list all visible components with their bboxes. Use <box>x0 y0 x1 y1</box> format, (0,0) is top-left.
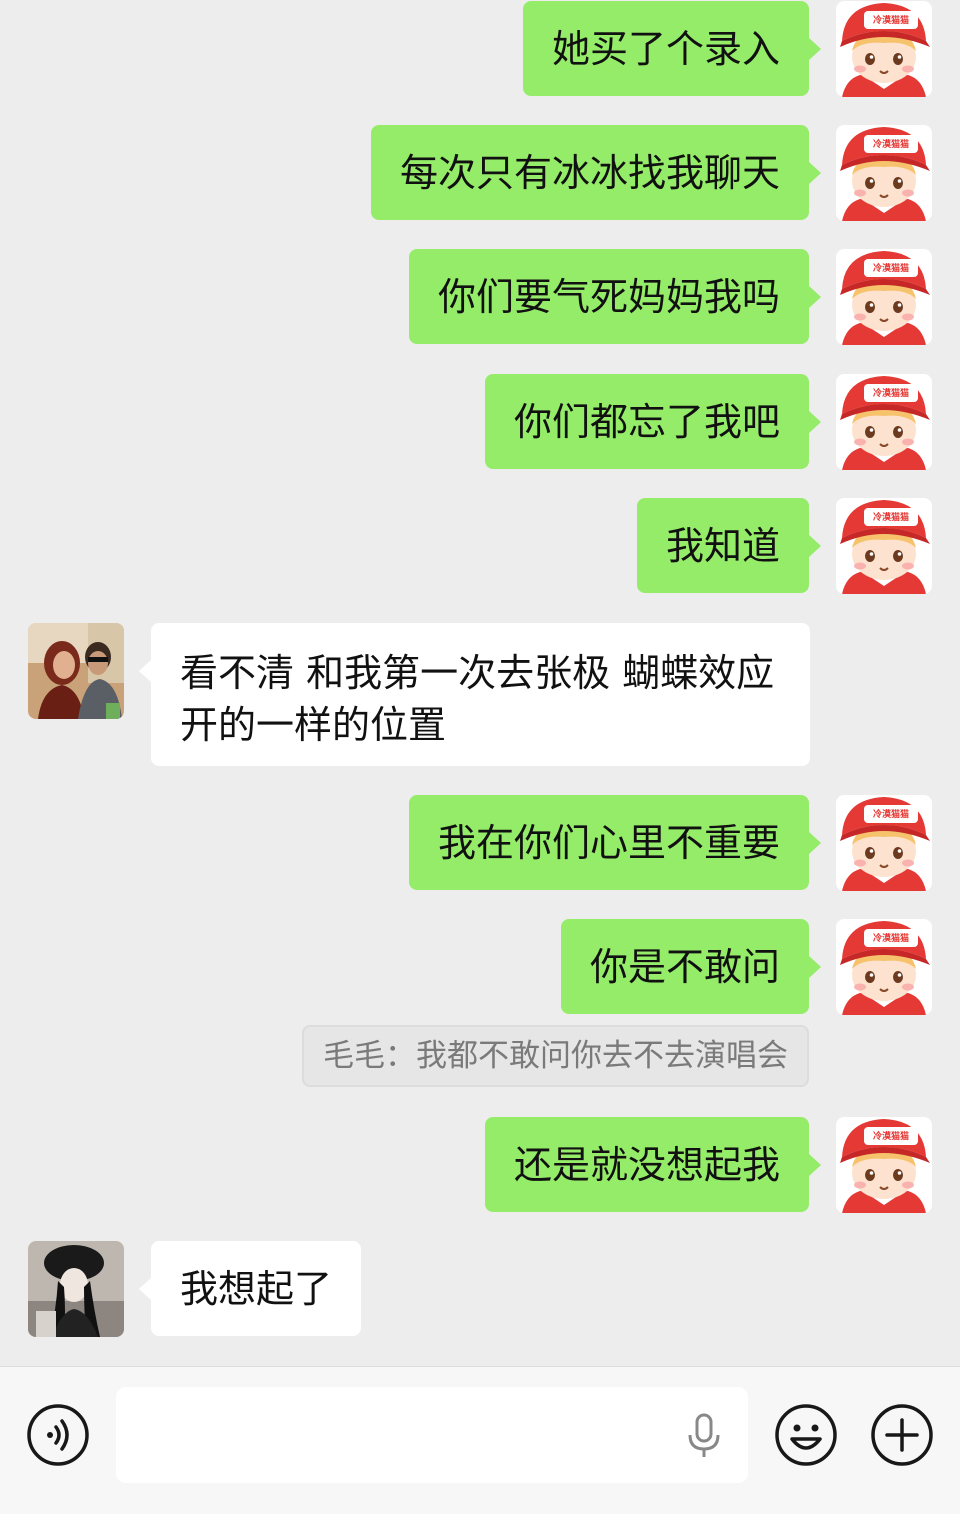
sent-message-bubble[interactable]: 你们都忘了我吧 <box>484 374 822 469</box>
voice-mode-icon <box>27 1404 89 1466</box>
input-toolbar <box>0 1366 960 1514</box>
sent-message-bubble[interactable]: 我知道 <box>636 498 822 593</box>
message-input[interactable] <box>116 1387 748 1483</box>
my-avatar[interactable]: 冷漠猫猫 <box>836 374 932 470</box>
avatar-badge-text: 冷漠猫猫 <box>872 810 909 820</box>
sent-message-bubble[interactable]: 每次只有冰冰找我聊天 <box>370 125 822 220</box>
my-avatar[interactable]: 冷漠猫猫 <box>836 795 932 891</box>
my-avatar[interactable]: 冷漠猫猫 <box>836 1 932 97</box>
my-avatar[interactable]: 冷漠猫猫 <box>836 1117 932 1213</box>
my-avatar[interactable]: 冷漠猫猫 <box>836 919 932 1015</box>
avatar-badge-text: 冷漠猫猫 <box>872 513 909 523</box>
girl-black-hat-photo-avatar-icon <box>28 1241 124 1337</box>
contact-avatar[interactable] <box>28 623 124 719</box>
emoji-button[interactable] <box>774 1403 838 1467</box>
avatar-badge-text: 冷漠猫猫 <box>872 1132 909 1142</box>
avatar-badge-text: 冷漠猫猫 <box>872 16 909 26</box>
avatar-badge-text: 冷漠猫猫 <box>872 264 909 274</box>
plus-icon <box>871 1404 933 1466</box>
avatar-badge-text: 冷漠猫猫 <box>872 140 909 150</box>
more-options-button[interactable] <box>870 1403 934 1467</box>
sent-message-bubble[interactable]: 她买了个录入 <box>522 1 822 96</box>
received-message-bubble[interactable]: 我想起了 <box>138 1241 362 1336</box>
my-avatar[interactable]: 冷漠猫猫 <box>836 498 932 594</box>
sent-message-bubble[interactable]: 你们要气死妈妈我吗 <box>408 249 822 344</box>
my-avatar[interactable]: 冷漠猫猫 <box>836 249 932 345</box>
emoji-icon <box>775 1404 837 1466</box>
voice-mode-button[interactable] <box>26 1403 90 1467</box>
avatar-badge-text: 冷漠猫猫 <box>872 934 909 944</box>
chat-area[interactable]: 她买了个录入 冷漠猫猫 每次只有冰冰找我聊天 冷漠猫猫 你们要气死妈妈我吗 冷漠… <box>0 0 960 1366</box>
sent-message-bubble[interactable]: 我在你们心里不重要 <box>408 795 822 890</box>
microphone-icon <box>688 1413 720 1457</box>
avatar-badge-text: 冷漠猫猫 <box>872 389 909 399</box>
received-message-bubble[interactable]: 看不清 和我第一次去张极 蝴蝶效应开的一样的位置 <box>139 623 810 766</box>
quoted-message[interactable]: 毛毛：我都不敢问你去不去演唱会 <box>302 1025 809 1087</box>
my-avatar[interactable]: 冷漠猫猫 <box>836 125 932 221</box>
sent-message-bubble[interactable]: 你是不敢问 <box>560 919 822 1014</box>
couple-photo-avatar-icon <box>28 623 124 719</box>
contact-avatar[interactable] <box>28 1241 124 1337</box>
sent-message-bubble[interactable]: 还是就没想起我 <box>484 1117 822 1212</box>
microphone-button[interactable] <box>686 1413 722 1459</box>
